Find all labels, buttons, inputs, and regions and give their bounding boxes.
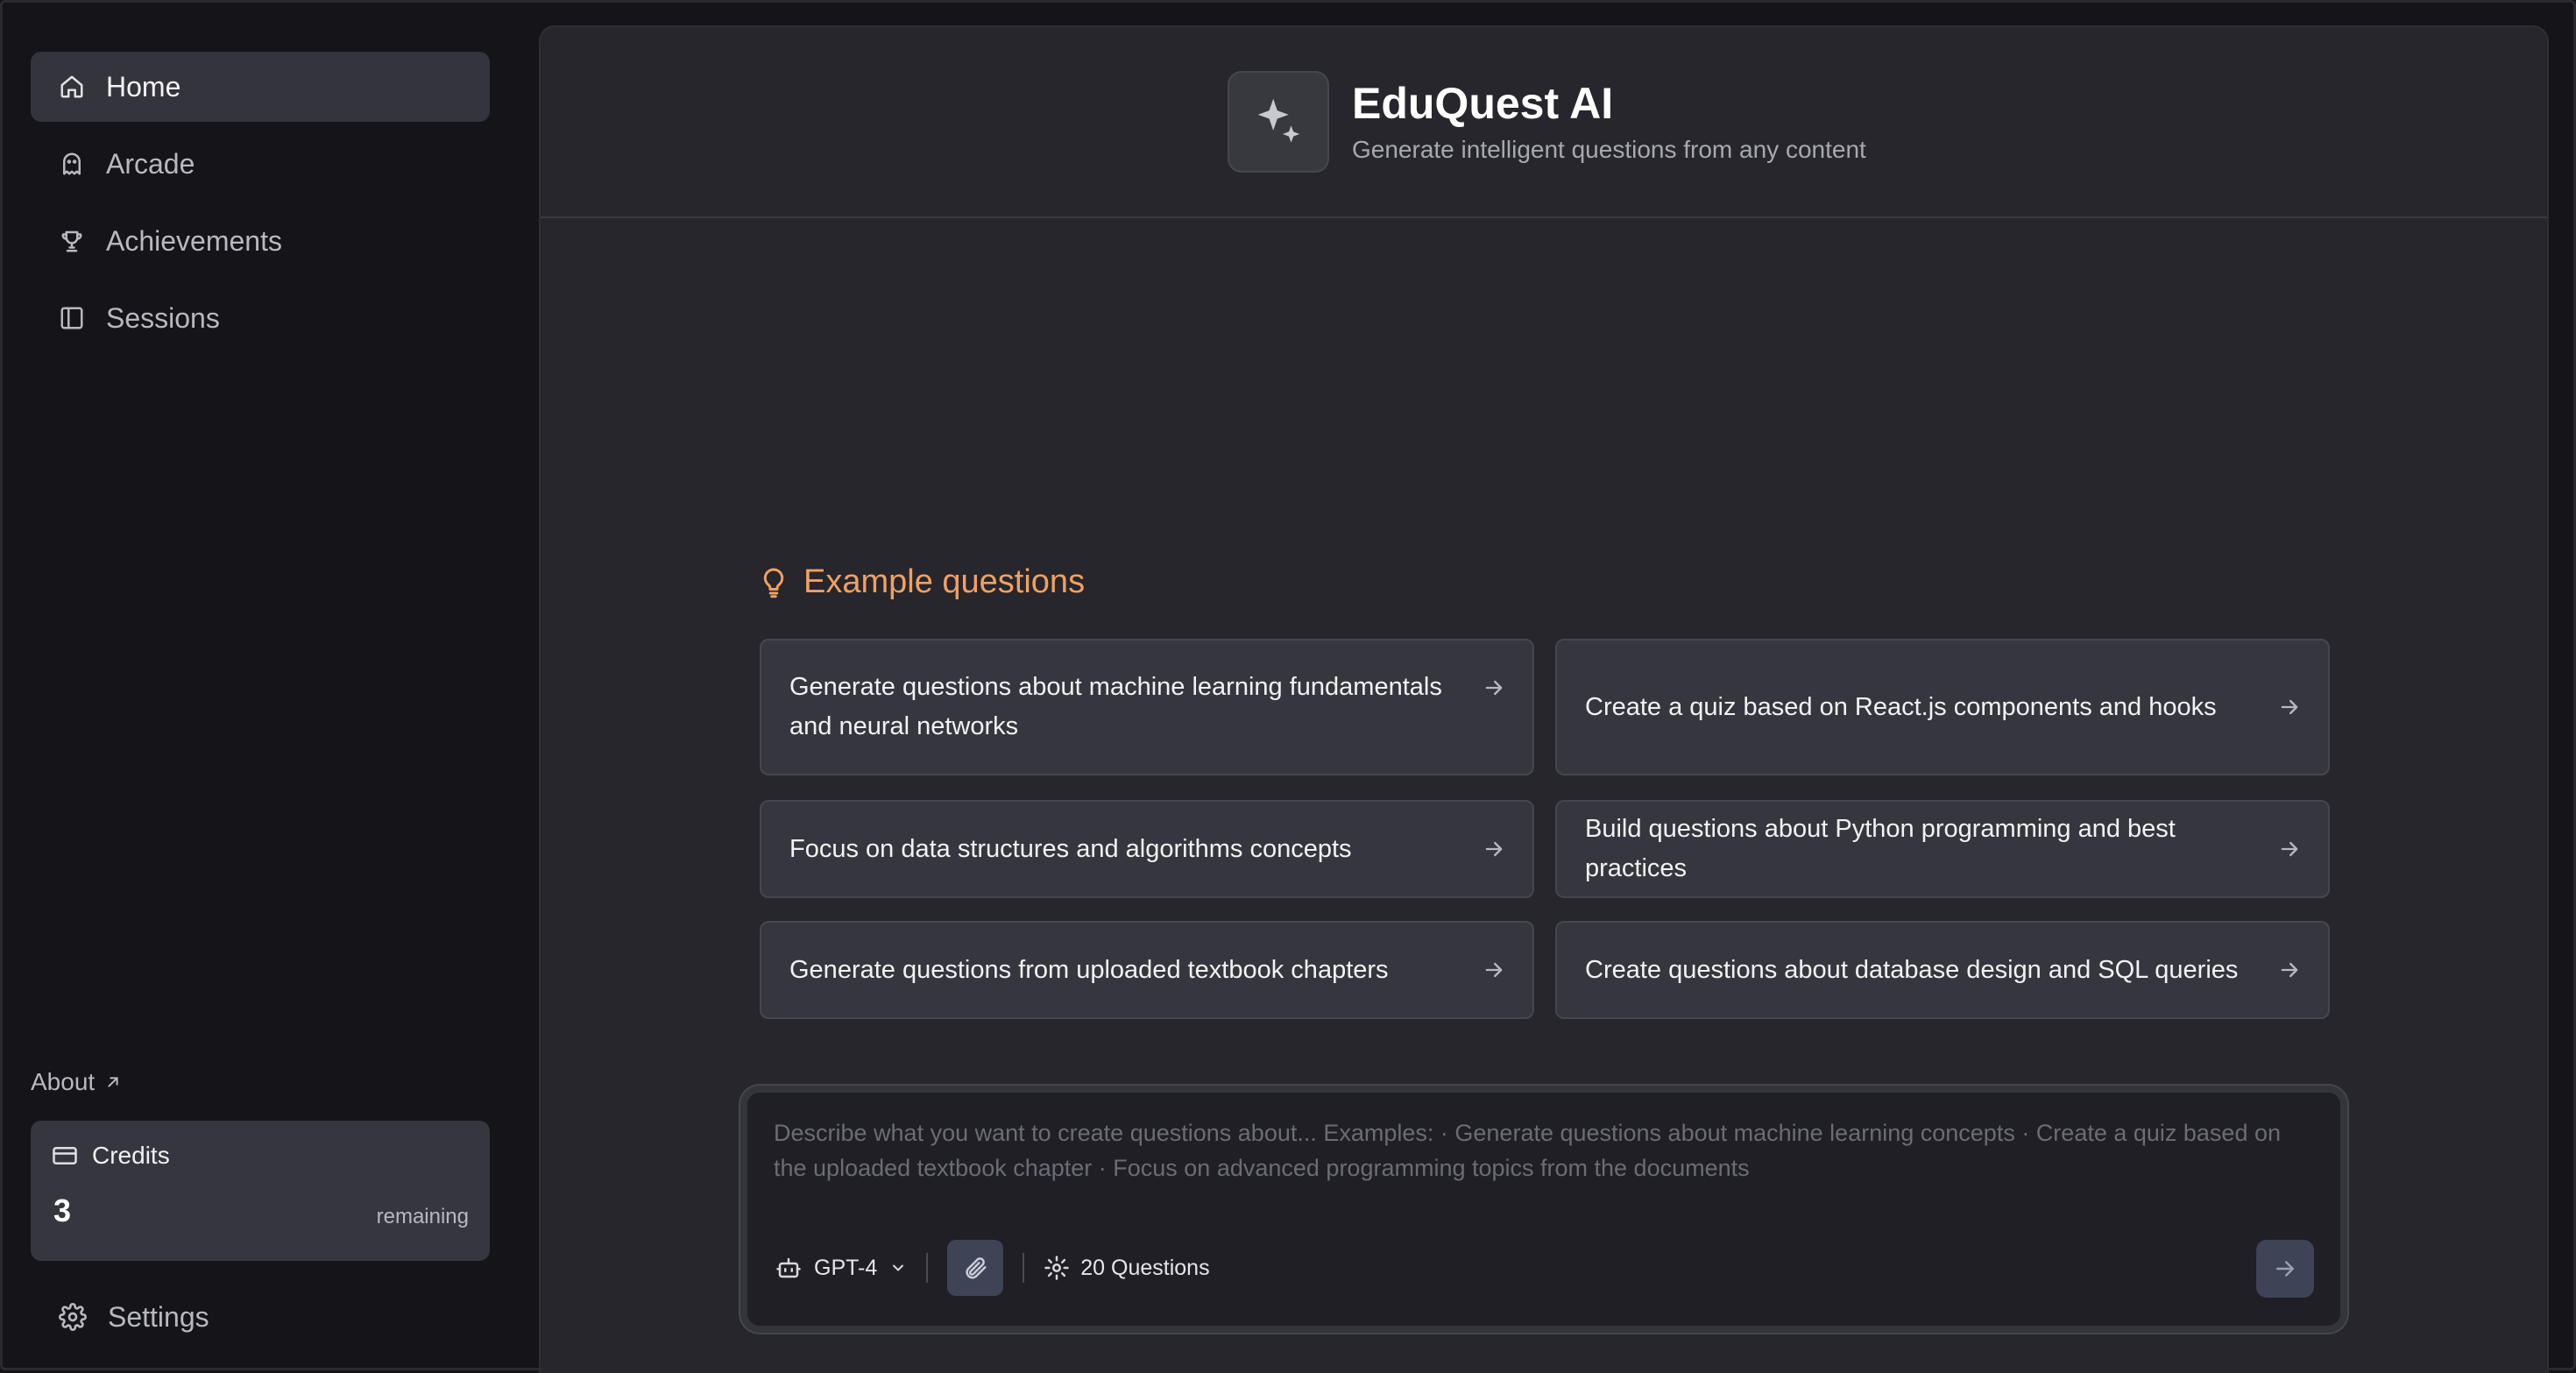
- example-card-text: Generate questions from uploaded textboo…: [789, 955, 1389, 984]
- sidebar-item-label: Arcade: [106, 147, 195, 180]
- arrow-right-icon: [2276, 1261, 2294, 1277]
- example-card[interactable]: Build questions about Python programming…: [1555, 800, 2330, 898]
- gear-icon: [59, 1303, 87, 1331]
- credits-card: Credits 3 remaining: [31, 1121, 490, 1261]
- page-subtitle: Generate intelligent questions from any …: [1352, 136, 1866, 163]
- example-card[interactable]: Focus on data structures and algorithms …: [760, 800, 1534, 898]
- examples-heading: Example questions: [760, 563, 1085, 601]
- sidebar-item-home[interactable]: Home: [31, 52, 490, 122]
- ghost-icon: [63, 152, 81, 175]
- attach-button[interactable]: [947, 1240, 1004, 1296]
- arrow-right-icon: [2281, 841, 2298, 857]
- about-label: About: [31, 1068, 96, 1095]
- app-logo: [1228, 71, 1329, 173]
- credits-remaining-label: remaining: [376, 1205, 469, 1228]
- arrow-right-icon: [1485, 841, 1503, 857]
- question-count: 20 Questions: [1080, 1255, 1210, 1280]
- example-card-text: Create a quiz based on React.js componen…: [1585, 692, 2217, 721]
- composer-toolbar: GPT-4 20 Questions: [775, 1240, 1210, 1296]
- arrow-right-icon: [2281, 962, 2298, 978]
- example-card-text: Create questions about database design a…: [1585, 955, 2239, 984]
- page-title: EduQuest AI: [1352, 79, 1614, 128]
- credits-label: Credits: [92, 1142, 170, 1169]
- app-header: EduQuest AI Generate intelligent questio…: [541, 27, 2547, 218]
- send-button[interactable]: [2256, 1240, 2314, 1298]
- sparkles-icon: [1257, 98, 1300, 143]
- example-card-text: Focus on data structures and algorithms …: [789, 834, 1352, 863]
- arrow-right-icon: [1485, 680, 1503, 696]
- settings-button[interactable]: Settings: [31, 1282, 490, 1352]
- main-panel: EduQuest AI Generate intelligent questio…: [539, 25, 2549, 1373]
- panel-icon: [60, 307, 83, 329]
- sidebar-item-label: Achievements: [106, 224, 282, 257]
- paperclip-icon: [966, 1257, 987, 1279]
- chevron-down-icon: [893, 1264, 904, 1271]
- sidebar: Home Arcade Achievements Sessions About …: [3, 3, 539, 1373]
- toolbar-divider: [1023, 1253, 1025, 1283]
- example-card[interactable]: Generate questions from uploaded textboo…: [760, 921, 1534, 1019]
- sidebar-item-sessions[interactable]: Sessions: [31, 283, 490, 353]
- model-selector[interactable]: GPT-4: [775, 1255, 907, 1281]
- lightbulb-icon: [763, 568, 784, 598]
- prompt-input[interactable]: Describe what you want to create questio…: [774, 1115, 2316, 1185]
- home-icon: [60, 75, 83, 98]
- credits-count: 3: [53, 1193, 72, 1228]
- example-card-text: Build questions about Python programming…: [1585, 815, 2176, 882]
- toolbar-divider: [926, 1253, 929, 1283]
- settings-label: Settings: [108, 1300, 209, 1333]
- model-name: GPT-4: [814, 1255, 878, 1280]
- example-card[interactable]: Generate questions about machine learnin…: [760, 639, 1534, 775]
- sidebar-item-label: Sessions: [106, 301, 220, 334]
- example-card-text: Generate questions about machine learnin…: [789, 673, 1442, 740]
- external-link-icon: [108, 1077, 118, 1087]
- trophy-icon: [61, 230, 82, 252]
- credit-card-icon: [53, 1147, 77, 1164]
- about-link[interactable]: About: [31, 1065, 123, 1100]
- example-card[interactable]: Create a quiz based on React.js componen…: [1555, 639, 2330, 775]
- arrow-right-icon: [2281, 699, 2298, 715]
- bot-icon: [776, 1257, 801, 1278]
- gear-icon: [1044, 1256, 1069, 1280]
- sidebar-item-label: Home: [106, 70, 181, 103]
- sidebar-item-arcade[interactable]: Arcade: [31, 129, 490, 199]
- example-card[interactable]: Create questions about database design a…: [1555, 921, 2330, 1019]
- prompt-composer: Describe what you want to create questio…: [740, 1086, 2347, 1333]
- arrow-right-icon: [1485, 962, 1503, 978]
- question-count-selector[interactable]: 20 Questions: [1044, 1255, 1210, 1281]
- app-window: Home Arcade Achievements Sessions About …: [0, 0, 2576, 1373]
- sidebar-item-achievements[interactable]: Achievements: [31, 206, 490, 276]
- examples-title: Example questions: [803, 563, 1086, 600]
